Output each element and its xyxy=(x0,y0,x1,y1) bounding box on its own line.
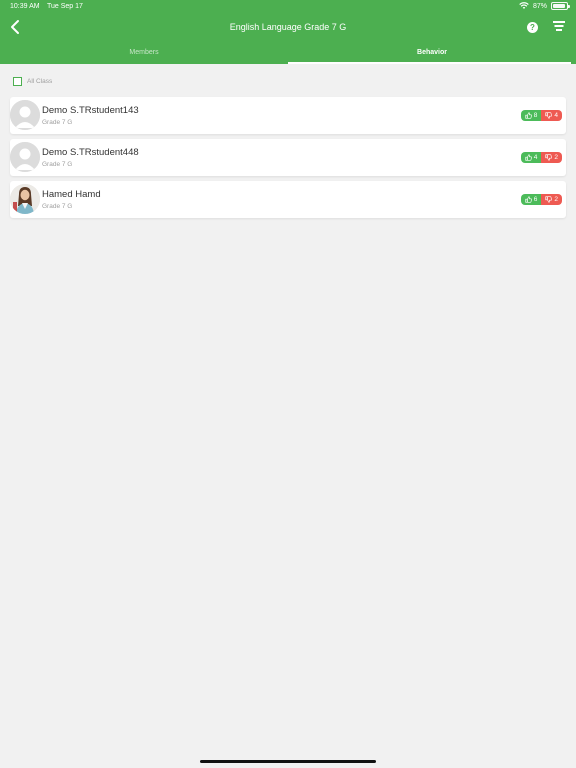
thumbs-down-icon xyxy=(545,154,553,161)
student-grade: Grade 7 G xyxy=(42,161,73,168)
all-class-label: All Class xyxy=(27,78,53,85)
wifi-icon xyxy=(519,2,529,9)
positive-count: 6 xyxy=(533,196,538,203)
status-date: Tue Sep 17 xyxy=(47,3,83,10)
negative-points-badge[interactable]: 2 xyxy=(541,194,562,205)
thumbs-down-icon xyxy=(545,196,553,203)
thumbs-up-icon xyxy=(525,112,532,119)
all-class-filter[interactable]: All Class xyxy=(13,77,52,86)
battery-percent: 87% xyxy=(532,2,547,10)
negative-count: 2 xyxy=(554,154,558,161)
student-grade: Grade 7 G xyxy=(42,119,73,126)
thumbs-up-icon xyxy=(525,154,532,161)
student-name: Demo S.TRstudent448 xyxy=(42,147,139,158)
negative-count: 2 xyxy=(554,196,558,203)
student-row[interactable]: Hamed Hamd Grade 7 G 6 2 xyxy=(10,181,566,218)
home-indicator[interactable] xyxy=(200,760,376,763)
student-grade: Grade 7 G xyxy=(42,203,73,210)
avatar xyxy=(10,142,40,172)
positive-count: 4 xyxy=(533,154,538,161)
active-tab-indicator xyxy=(288,62,571,64)
page-title: English Language Grade 7 G xyxy=(229,22,347,32)
help-icon[interactable]: ? xyxy=(527,22,538,33)
student-row[interactable]: Demo S.TRstudent448 Grade 7 G 4 2 xyxy=(10,139,566,176)
status-right: 87% xyxy=(519,2,570,10)
negative-count: 4 xyxy=(554,112,558,119)
positive-count: 8 xyxy=(533,112,538,119)
behavior-points: 8 4 xyxy=(520,110,562,121)
battery-icon xyxy=(551,2,570,10)
student-name: Hamed Hamd xyxy=(42,189,101,200)
behavior-points: 4 2 xyxy=(520,152,562,163)
positive-points-badge[interactable]: 6 xyxy=(520,194,542,205)
positive-points-badge[interactable]: 8 xyxy=(520,110,542,121)
negative-points-badge[interactable]: 4 xyxy=(541,110,562,121)
student-row[interactable]: Demo S.TRstudent143 Grade 7 G 8 4 xyxy=(10,97,566,134)
thumbs-down-icon xyxy=(545,112,553,119)
positive-points-badge[interactable]: 4 xyxy=(520,152,542,163)
app-header: 10:39 AM Tue Sep 17 87% English Language… xyxy=(0,0,576,64)
status-bar: 10:39 AM Tue Sep 17 87% xyxy=(0,0,576,14)
thumbs-up-icon xyxy=(525,196,532,203)
all-class-checkbox[interactable] xyxy=(13,77,22,86)
student-name: Demo S.TRstudent143 xyxy=(42,105,139,116)
negative-points-badge[interactable]: 2 xyxy=(541,152,562,163)
menu-icon[interactable] xyxy=(553,21,565,32)
avatar xyxy=(10,184,40,214)
behavior-points: 6 2 xyxy=(520,194,562,205)
avatar xyxy=(10,100,40,130)
status-time: 10:39 AM xyxy=(10,3,40,10)
tab-members[interactable]: Members xyxy=(0,47,288,64)
